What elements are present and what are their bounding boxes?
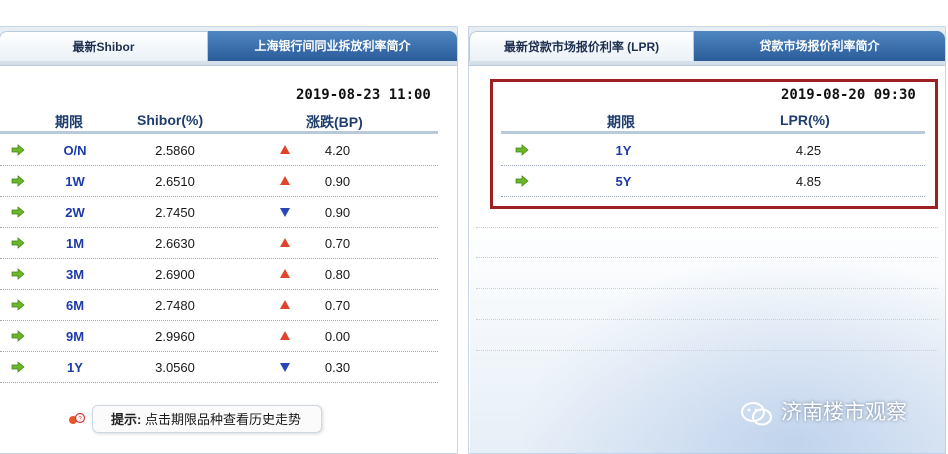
highlight-box bbox=[490, 79, 938, 209]
table-row[interactable]: 1Y 3.0560 0.30 bbox=[0, 352, 438, 383]
triangle-up-icon bbox=[280, 176, 290, 185]
term-link[interactable]: 1M bbox=[40, 228, 110, 259]
shibor-header-term: 期限 bbox=[55, 114, 83, 130]
tab-lpr-intro[interactable]: 贷款市场报价利率简介 bbox=[694, 31, 945, 61]
arrow-right-icon bbox=[11, 206, 25, 218]
change-value: 0.00 bbox=[324, 329, 351, 344]
hint-icon: ? bbox=[69, 412, 86, 424]
term-link[interactable]: 2W bbox=[40, 197, 110, 228]
change-value: 4.20 bbox=[324, 143, 351, 158]
shibor-header-rate: Shibor(%) bbox=[137, 112, 204, 128]
term-link[interactable]: 3M bbox=[40, 259, 110, 290]
tab-latest-lpr[interactable]: 最新贷款市场报价利率 (LPR) bbox=[469, 31, 694, 61]
hint-prefix: 提示: bbox=[111, 412, 142, 427]
arrow-right-icon bbox=[11, 361, 25, 373]
triangle-up-icon bbox=[280, 300, 290, 309]
change-value: 0.30 bbox=[324, 360, 351, 375]
term-link[interactable]: 9M bbox=[40, 321, 110, 352]
shibor-tabbar: 最新Shibor 上海银行间同业拆放利率简介 bbox=[0, 27, 457, 66]
shibor-datetime: 2019-08-23 11:00 bbox=[296, 87, 431, 103]
triangle-up-icon bbox=[280, 238, 290, 247]
triangle-up-icon bbox=[280, 269, 290, 278]
term-link[interactable]: 1W bbox=[40, 166, 110, 197]
arrow-right-icon bbox=[11, 299, 25, 311]
change-value: 0.70 bbox=[324, 236, 351, 251]
change-value: 0.70 bbox=[324, 298, 351, 313]
table-row[interactable]: 1W 2.6510 0.90 bbox=[0, 166, 438, 197]
rate-value: 2.5860 bbox=[155, 143, 195, 158]
tab-latest-shibor[interactable]: 最新Shibor bbox=[0, 31, 208, 61]
table-row[interactable]: 1M 2.6630 0.70 bbox=[0, 228, 438, 259]
term-link[interactable]: O/N bbox=[40, 135, 110, 166]
divider-line bbox=[476, 350, 938, 351]
shibor-header-change: 涨跌(BP) bbox=[306, 114, 363, 130]
table-row[interactable]: 9M 2.9960 0.00 bbox=[0, 321, 438, 352]
divider-line bbox=[476, 288, 938, 289]
divider-line bbox=[476, 257, 938, 258]
rate-value: 2.7450 bbox=[155, 205, 195, 220]
table-row[interactable]: 6M 2.7480 0.70 bbox=[0, 290, 438, 321]
table-row[interactable]: 3M 2.6900 0.80 bbox=[0, 259, 438, 290]
divider-line bbox=[476, 227, 938, 228]
triangle-down-icon bbox=[280, 208, 290, 217]
hint-box: 提示: 点击期限品种查看历史走势 bbox=[92, 405, 322, 433]
hint-text: 点击期限品种查看历史走势 bbox=[144, 412, 301, 427]
triangle-up-icon bbox=[280, 145, 290, 154]
rate-value: 3.0560 bbox=[155, 360, 195, 375]
rate-value: 2.6510 bbox=[155, 174, 195, 189]
watermark-text: 济南楼市观察 bbox=[781, 401, 907, 424]
shibor-header-divider bbox=[0, 131, 438, 134]
tab-shibor-intro[interactable]: 上海银行间同业拆放利率简介 bbox=[208, 31, 457, 61]
change-value: 0.90 bbox=[324, 174, 351, 189]
arrow-right-icon bbox=[11, 175, 25, 187]
triangle-down-icon bbox=[280, 363, 290, 372]
table-row[interactable]: O/N 2.5860 4.20 bbox=[0, 135, 438, 166]
arrow-right-icon bbox=[11, 330, 25, 342]
arrow-right-icon bbox=[11, 144, 25, 156]
wechat-icon bbox=[741, 402, 772, 426]
triangle-up-icon bbox=[280, 331, 290, 340]
rate-value: 2.6630 bbox=[155, 236, 195, 251]
divider-line bbox=[476, 319, 938, 320]
arrow-right-icon bbox=[11, 237, 25, 249]
rate-value: 2.6900 bbox=[155, 267, 195, 282]
change-value: 0.80 bbox=[324, 267, 351, 282]
change-value: 0.90 bbox=[324, 205, 351, 220]
rate-value: 2.7480 bbox=[155, 298, 195, 313]
table-row[interactable]: 2W 2.7450 0.90 bbox=[0, 197, 438, 228]
lpr-tabbar: 最新贷款市场报价利率 (LPR) 贷款市场报价利率简介 bbox=[469, 27, 945, 66]
rate-value: 2.9960 bbox=[155, 329, 195, 344]
arrow-right-icon bbox=[11, 268, 25, 280]
term-link[interactable]: 6M bbox=[40, 290, 110, 321]
term-link[interactable]: 1Y bbox=[40, 352, 110, 383]
